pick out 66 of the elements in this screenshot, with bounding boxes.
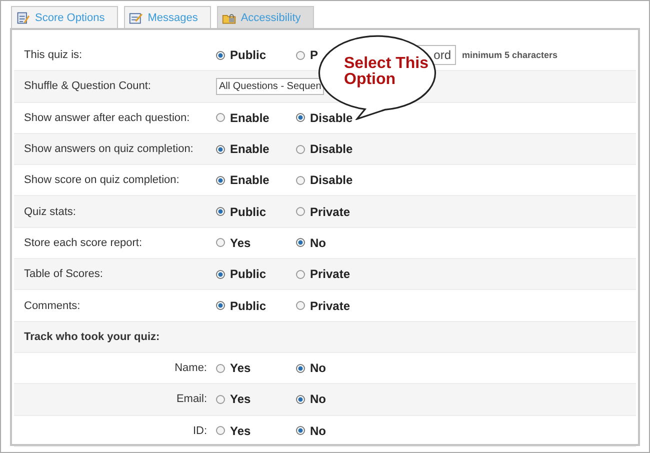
note-pencil-icon bbox=[128, 11, 143, 25]
option-label: Yes bbox=[230, 361, 251, 376]
setting-label: Comments: bbox=[23, 300, 82, 312]
option-label: No bbox=[310, 236, 326, 250]
radio-button[interactable] bbox=[216, 50, 225, 60]
password-hint: minimum 5 characters bbox=[462, 50, 559, 60]
option-label: Private bbox=[310, 298, 350, 313]
radio-button[interactable] bbox=[216, 144, 225, 154]
option-label: P bbox=[310, 48, 318, 62]
setting-label: Show answer after each question: bbox=[23, 112, 191, 124]
section-heading: Track who took your quiz: bbox=[23, 330, 161, 343]
tab[interactable]: Messages bbox=[124, 6, 211, 29]
radio-button[interactable] bbox=[296, 207, 305, 216]
setting-label: This quiz is: bbox=[23, 49, 84, 62]
option-label: Public bbox=[230, 48, 266, 62]
radio-button[interactable] bbox=[296, 113, 305, 122]
radio-button[interactable] bbox=[296, 144, 305, 154]
radio-button[interactable] bbox=[216, 113, 225, 122]
option-label: Disable bbox=[310, 173, 353, 188]
setting-label: Email: bbox=[175, 393, 208, 406]
radio-button[interactable] bbox=[216, 394, 225, 404]
radio-button[interactable] bbox=[216, 238, 225, 248]
radio-button[interactable] bbox=[296, 394, 305, 404]
radio-button[interactable] bbox=[216, 176, 225, 185]
option-label: Yes bbox=[230, 424, 251, 438]
lock-folder-icon bbox=[222, 11, 236, 25]
setting-label: Show score on quiz completion: bbox=[23, 174, 180, 186]
option-label: No bbox=[310, 424, 326, 438]
tab[interactable]: Score Options bbox=[11, 6, 118, 29]
option-label: Public bbox=[230, 204, 266, 219]
option-label: Private bbox=[310, 267, 350, 282]
setting-label: Quiz stats: bbox=[23, 206, 77, 218]
setting-label: Shuffle & Question Count: bbox=[23, 80, 152, 92]
radio-button[interactable] bbox=[216, 270, 225, 279]
setting-label: Store each score report: bbox=[23, 236, 144, 249]
radio-button[interactable] bbox=[296, 270, 305, 279]
radio-button[interactable] bbox=[216, 364, 225, 373]
radio-button[interactable] bbox=[296, 426, 305, 436]
radio-button[interactable] bbox=[296, 364, 305, 373]
radio-button[interactable] bbox=[216, 207, 225, 216]
option-label: No bbox=[310, 392, 326, 406]
option-label: Enable bbox=[230, 110, 270, 125]
option-label: Enable bbox=[230, 173, 270, 188]
radio-button[interactable] bbox=[296, 301, 305, 310]
option-label: No bbox=[310, 361, 326, 376]
option-label: Public bbox=[230, 298, 266, 313]
radio-button[interactable] bbox=[296, 50, 305, 60]
radio-button[interactable] bbox=[296, 238, 305, 248]
option-label: Disable bbox=[310, 110, 353, 125]
radio-button[interactable] bbox=[216, 426, 225, 436]
option-label: Public bbox=[230, 267, 266, 282]
setting-label: ID: bbox=[192, 424, 208, 437]
option-label: Private bbox=[310, 204, 350, 219]
radio-button[interactable] bbox=[296, 176, 305, 185]
option-label: Yes bbox=[230, 392, 251, 406]
notepad-pencil-icon bbox=[16, 11, 30, 25]
tab[interactable]: Accessibility bbox=[216, 6, 314, 29]
setting-label: Show answers on quiz completion: bbox=[23, 143, 194, 156]
setting-label: Table of Scores: bbox=[23, 268, 104, 280]
option-label: Disable bbox=[310, 142, 353, 156]
setting-label: Name: bbox=[174, 362, 208, 374]
callout-text: Select This Option bbox=[344, 56, 430, 88]
question-count-dropdown[interactable]: All Questions - Sequen bbox=[216, 78, 324, 95]
radio-button[interactable] bbox=[216, 301, 225, 310]
option-label: Enable bbox=[230, 142, 270, 156]
option-label: Yes bbox=[230, 236, 251, 250]
